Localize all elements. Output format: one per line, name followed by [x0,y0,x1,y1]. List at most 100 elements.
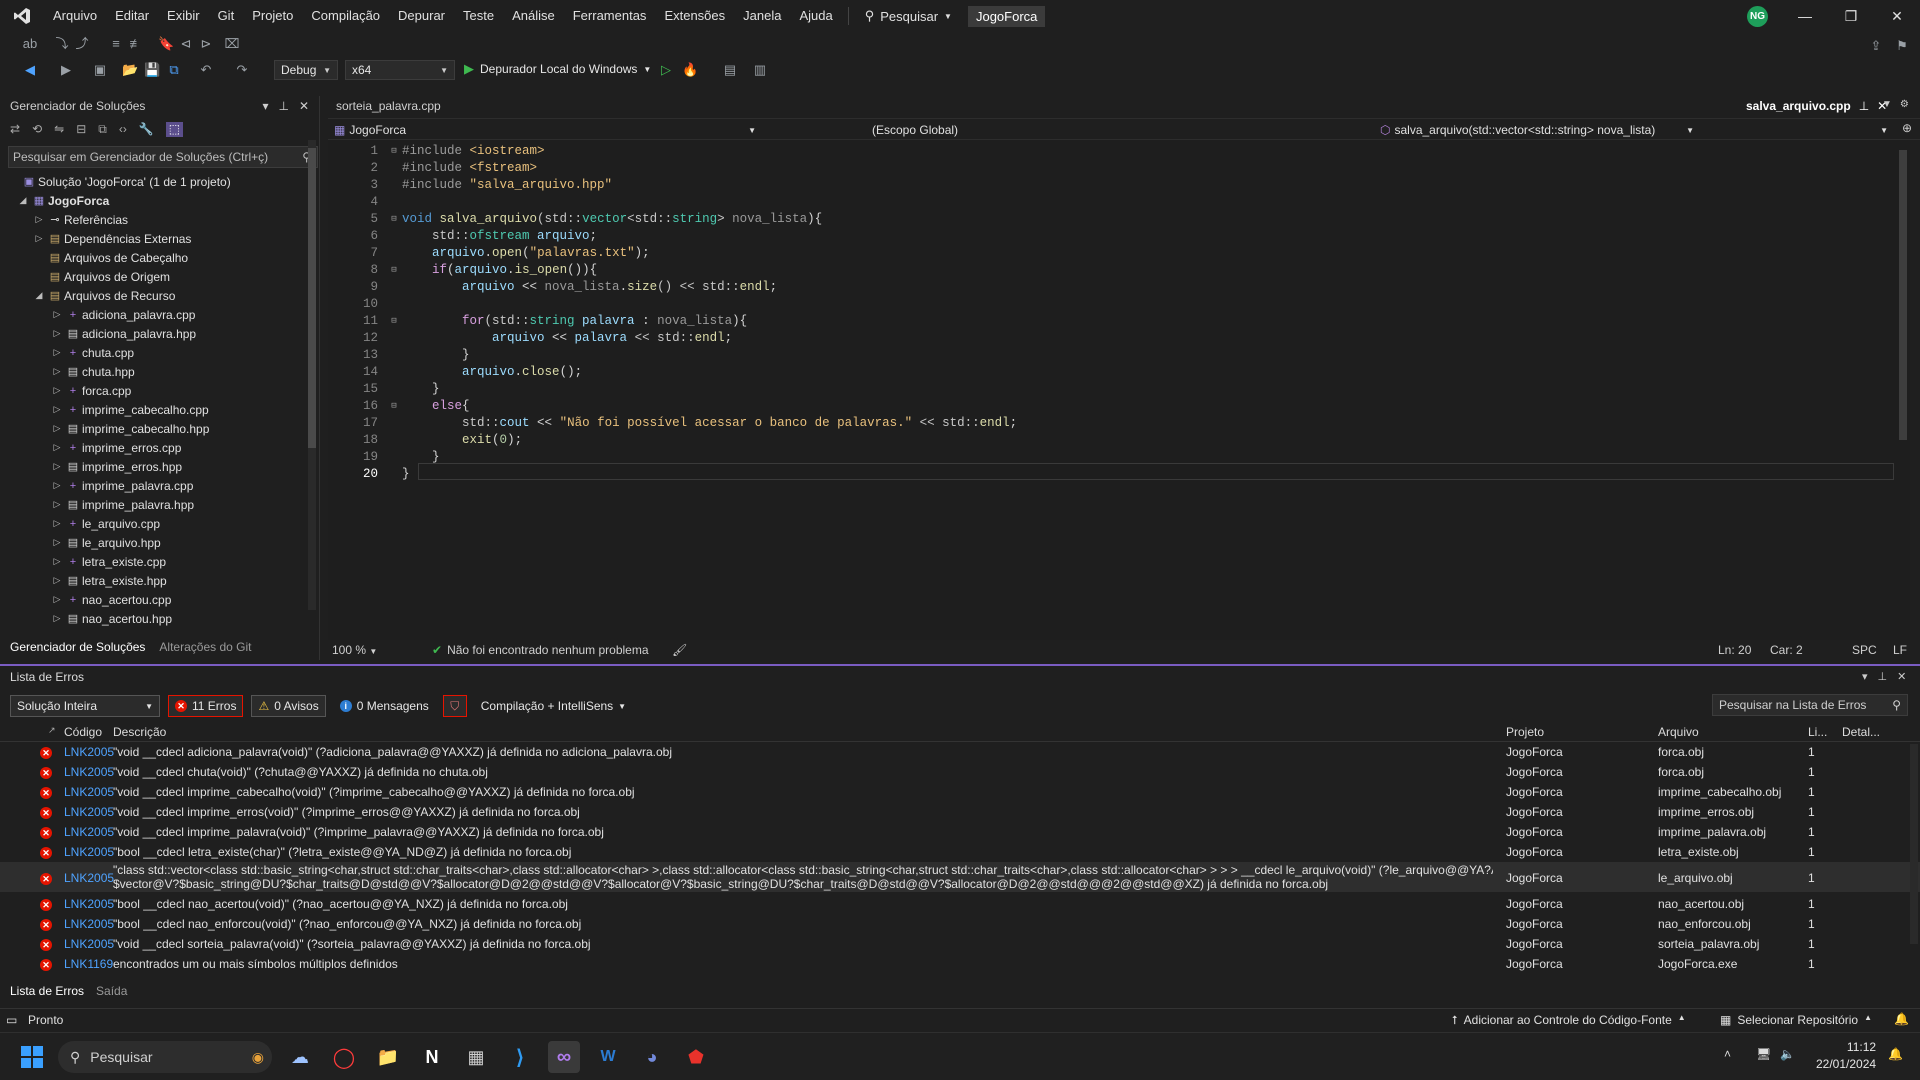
error-row[interactable]: ✕ LNK2005 "void __cdecl imprime_palavra(vo… [0,822,1920,842]
error-row[interactable]: ✕ LNK2005 "void __cdecl chuta(void)" (?chu… [0,762,1920,782]
collapsed-icon[interactable]: ▷ [50,309,64,320]
weather-widget-icon[interactable]: ☁ [284,1041,316,1073]
tree-node-external-deps[interactable]: ▷ ▤ Dependências Externas [0,229,316,248]
filter-toggle-button[interactable]: ⛉ [442,695,467,717]
solution-search-input[interactable]: Pesquisar em Gerenciador de Soluções (Ct… [8,146,318,168]
bookmark-prev-icon[interactable]: ⊲ [178,36,194,52]
solution-name-badge[interactable]: JogoForca [967,5,1046,27]
scope-filter-dropdown[interactable]: Solução Inteira ▼ [10,695,160,717]
column-project[interactable]: Projeto [1506,725,1544,739]
bookmark-icon[interactable]: 🔖 [158,36,174,52]
restore-button[interactable]: ❐ [1828,0,1874,32]
menu-ferramentas[interactable]: Ferramentas [564,0,656,32]
tree-file-item[interactable]: ▷ + imprime_erros.cpp [0,438,316,457]
notification-bell-icon[interactable]: 🔔 [1888,1047,1903,1061]
sync-icon[interactable]: ⇋ [54,122,64,137]
hot-reload-icon[interactable]: 🔥 [682,62,698,78]
close-icon[interactable]: ✕ [1897,670,1906,683]
close-icon[interactable]: ✕ [299,99,309,113]
menu-editar[interactable]: Editar [106,0,158,32]
platform-dropdown[interactable]: x64 ▼ [345,60,455,80]
tree-file-item[interactable]: ▷ + imprime_cabecalho.cpp [0,400,316,419]
collapsed-icon[interactable]: ▷ [50,518,64,529]
opera-browser-icon[interactable]: ◯ [328,1041,360,1073]
save-icon[interactable]: 💾 [144,62,160,78]
tree-file-item[interactable]: ▷ ▤ letra_existe.hpp [0,571,316,590]
menu-git[interactable]: Git [209,0,244,32]
tree-file-item[interactable]: ▷ + forca.cpp [0,381,316,400]
tree-scrollbar[interactable] [308,140,316,610]
feedback-icon[interactable]: ⚑ [1894,38,1910,54]
preview-icon[interactable]: ⬚ [165,122,184,137]
messages-filter-button[interactable]: i 0 Mensagens [334,695,435,717]
error-code-link[interactable]: LNK2005 [64,897,114,911]
network-icon[interactable]: 🖥 [1756,1047,1771,1061]
gear-icon[interactable]: ⚙ [1900,99,1909,110]
collapsed-icon[interactable]: ▷ [50,594,64,605]
tab-salva-arquivo[interactable]: salva_arquivo.cpp ⊥ ✕ [1738,96,1895,118]
member-dropdown[interactable]: ⬡ salva_arquivo(std::vector<std::string>… [1380,121,1892,139]
avatar[interactable]: NG [1747,6,1768,27]
error-code-link[interactable]: LNK2005 [64,825,114,839]
tree-file-item[interactable]: ▷ + chuta.cpp [0,343,316,362]
collapsed-icon[interactable]: ▷ [50,613,64,624]
collapsed-icon[interactable]: ▷ [50,366,64,377]
properties-icon[interactable]: 🔧 [139,122,154,137]
error-code-link[interactable]: LNK1169 [64,957,113,971]
file-explorer-icon[interactable]: 📁 [372,1041,404,1073]
step-icon[interactable]: ⤵ [54,36,70,52]
warnings-filter-button[interactable]: ⚠ 0 Avisos [251,695,326,717]
tree-project-node[interactable]: ◢ ▦ JogoForca [0,191,316,210]
error-code-link[interactable]: LNK2005 [64,871,114,885]
tree-node-references[interactable]: ▷ ⊸ Referências [0,210,316,229]
visual-studio-icon[interactable]: ∞ [548,1041,580,1073]
editor-scrollbar-thumb[interactable] [1899,150,1907,440]
tree-file-item[interactable]: ▷ ▤ imprime_cabecalho.hpp [0,419,316,438]
open-folder-icon[interactable]: 📂 [122,62,138,78]
tree-file-item[interactable]: ▷ + le_arquivo.cpp [0,514,316,533]
error-list-scrollbar[interactable] [1910,744,1918,944]
source-control-button[interactable]: ⭡ Adicionar ao Controle do Código-Fonte … [1452,1013,1686,1028]
select-repository-button[interactable]: ▦ Selecionar Repositório ▲ [1720,1013,1872,1027]
new-project-icon[interactable]: ▣ [92,62,108,78]
close-button[interactable]: ✕ [1874,0,1920,32]
collapsed-icon[interactable]: ▷ [50,499,64,510]
forward-icon[interactable]: ▶ [58,62,74,78]
tree-file-item[interactable]: ▷ ▤ imprime_erros.hpp [0,457,316,476]
start-debugger-button[interactable]: ▶ Depurador Local do Windows ▼ [464,61,651,77]
tab-sorteia-palavra[interactable]: sorteia_palavra.cpp [328,96,449,118]
tree-node-source-files[interactable]: ▤ Arquivos de Origem [0,267,316,286]
tree-node-header-files[interactable]: ▤ Arquivos de Cabeçalho [0,248,316,267]
tree-file-item[interactable]: ▷ ▤ imprime_palavra.hpp [0,495,316,514]
collapsed-icon[interactable]: ▷ [50,556,64,567]
tree-node-resource-files[interactable]: ◢ ▤ Arquivos de Recurso [0,286,316,305]
error-row[interactable]: ✕ LNK2005 "void __cdecl sorteia_palavra(vo… [0,934,1920,954]
taskbar-search-box[interactable]: ⚲ Pesquisar ◉ [58,1041,272,1073]
collapsed-icon[interactable]: ▷ [50,461,64,472]
error-code-link[interactable]: LNK2005 [64,765,114,779]
menu-projeto[interactable]: Projeto [243,0,302,32]
switch-views-icon[interactable]: ⇄ [10,122,20,137]
line-ending[interactable]: LF [1893,643,1907,657]
tab-output[interactable]: Saída [96,984,127,998]
tree-file-item[interactable]: ▷ ▤ nao_acertou.hpp [0,609,316,628]
error-row[interactable]: ✕ LNK2005 "bool __cdecl nao_acertou(void)"… [0,894,1920,914]
zoom-dropdown[interactable]: 100 % ▼ [332,643,377,657]
chevron-down-icon[interactable]: ▾ [1862,670,1868,683]
fold-toggle-icon[interactable]: ⊟ [386,265,402,275]
start-without-debugging-icon[interactable]: ▷ [658,62,674,78]
collapse-all-icon[interactable]: ⊟ [76,122,86,137]
format-icon[interactable]: ab [22,36,38,52]
menu-arquivo[interactable]: Arquivo [44,0,106,32]
brush-icon[interactable]: 🖌 [672,643,687,657]
error-code-link[interactable]: LNK2005 [64,785,114,799]
menu-teste[interactable]: Teste [454,0,503,32]
error-row[interactable]: ✕ LNK2005 "void __cdecl imprime_erros(void… [0,802,1920,822]
issues-indicator[interactable]: ✔ Não foi encontrado nenhum problema [432,643,649,657]
tab-solution-explorer[interactable]: Gerenciador de Soluções [10,640,145,660]
error-row[interactable]: ✕ LNK2005 "bool __cdecl letra_existe(char)… [0,842,1920,862]
error-row[interactable]: ✕ LNK1169 encontrados um ou mais símbolos … [0,954,1920,974]
collapsed-icon[interactable]: ▷ [50,347,64,358]
tree-file-item[interactable]: ▷ ▤ le_arquivo.hpp [0,533,316,552]
error-row[interactable]: ✕ LNK2005 "bool __cdecl nao_enforcou(void)… [0,914,1920,934]
